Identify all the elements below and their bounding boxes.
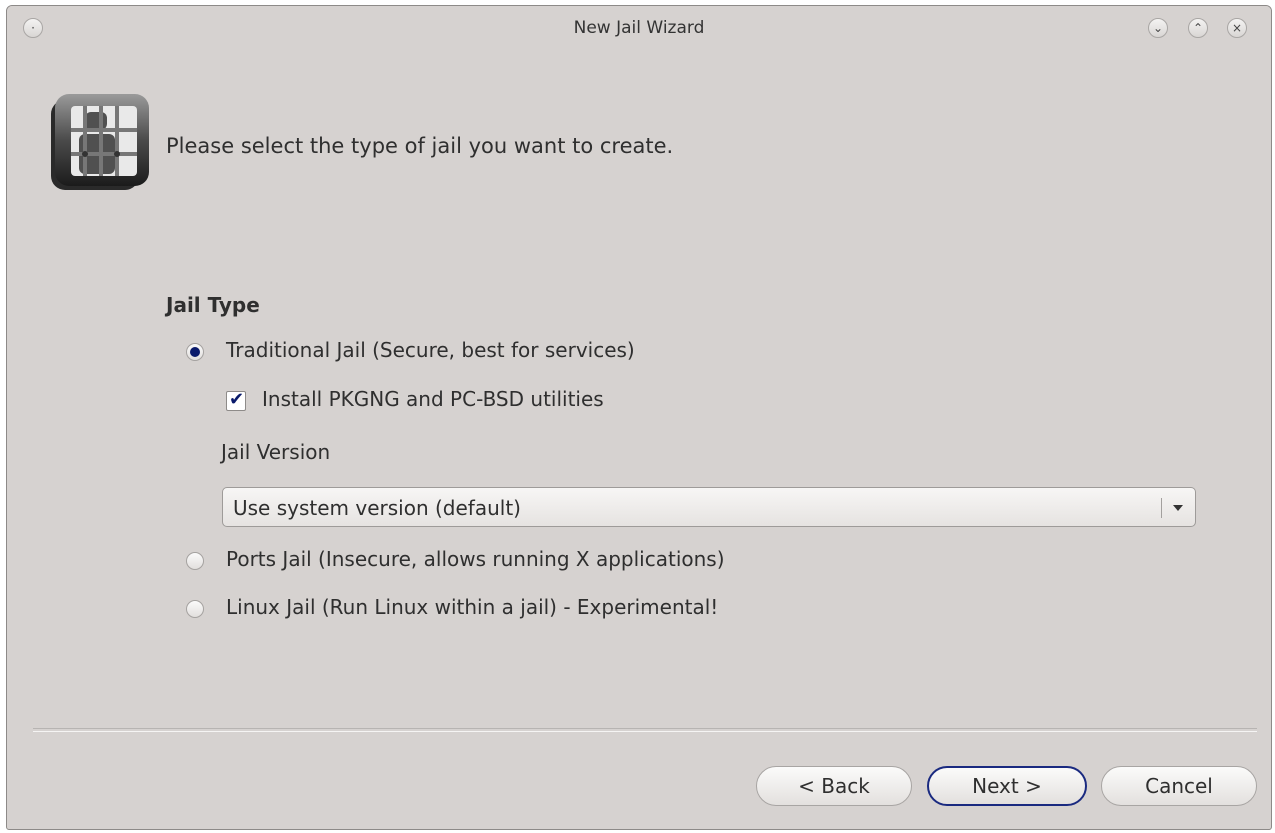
jail-version-value: Use system version (default) <box>233 496 521 520</box>
next-button[interactable]: Next > <box>927 766 1087 806</box>
install-utilities-label[interactable]: Install PKGNG and PC-BSD utilities <box>262 387 604 411</box>
intro-text: Please select the type of jail you want … <box>166 134 674 158</box>
wizard-window: · New Jail Wizard ⌄ ⌃ × Please select th… <box>6 5 1272 830</box>
minimize-button[interactable]: ⌄ <box>1148 18 1168 38</box>
traditional-jail-radio[interactable] <box>186 343 204 361</box>
back-button[interactable]: < Back <box>756 766 912 806</box>
jail-version-select[interactable]: Use system version (default) <box>222 487 1196 527</box>
ports-jail-label[interactable]: Ports Jail (Insecure, allows running X a… <box>226 547 725 571</box>
maximize-button[interactable]: ⌃ <box>1188 18 1208 38</box>
linux-jail-radio[interactable] <box>186 600 204 618</box>
window-title: New Jail Wizard <box>573 18 705 38</box>
install-utilities-checkbox[interactable] <box>226 389 246 411</box>
title-bar[interactable]: · New Jail Wizard ⌄ ⌃ × <box>7 6 1271 50</box>
jail-type-heading: Jail Type <box>166 293 260 317</box>
close-button[interactable]: × <box>1227 18 1247 38</box>
linux-jail-label[interactable]: Linux Jail (Run Linux within a jail) - E… <box>226 595 718 619</box>
chevron-down-icon[interactable] <box>1173 505 1183 511</box>
button-separator <box>33 728 1257 732</box>
ports-jail-radio[interactable] <box>186 552 204 570</box>
combo-divider <box>1161 498 1162 518</box>
jail-wizard-icon <box>51 94 149 190</box>
traditional-jail-label[interactable]: Traditional Jail (Secure, best for servi… <box>226 338 635 362</box>
jail-version-label: Jail Version <box>221 440 331 464</box>
cancel-button[interactable]: Cancel <box>1101 766 1257 806</box>
